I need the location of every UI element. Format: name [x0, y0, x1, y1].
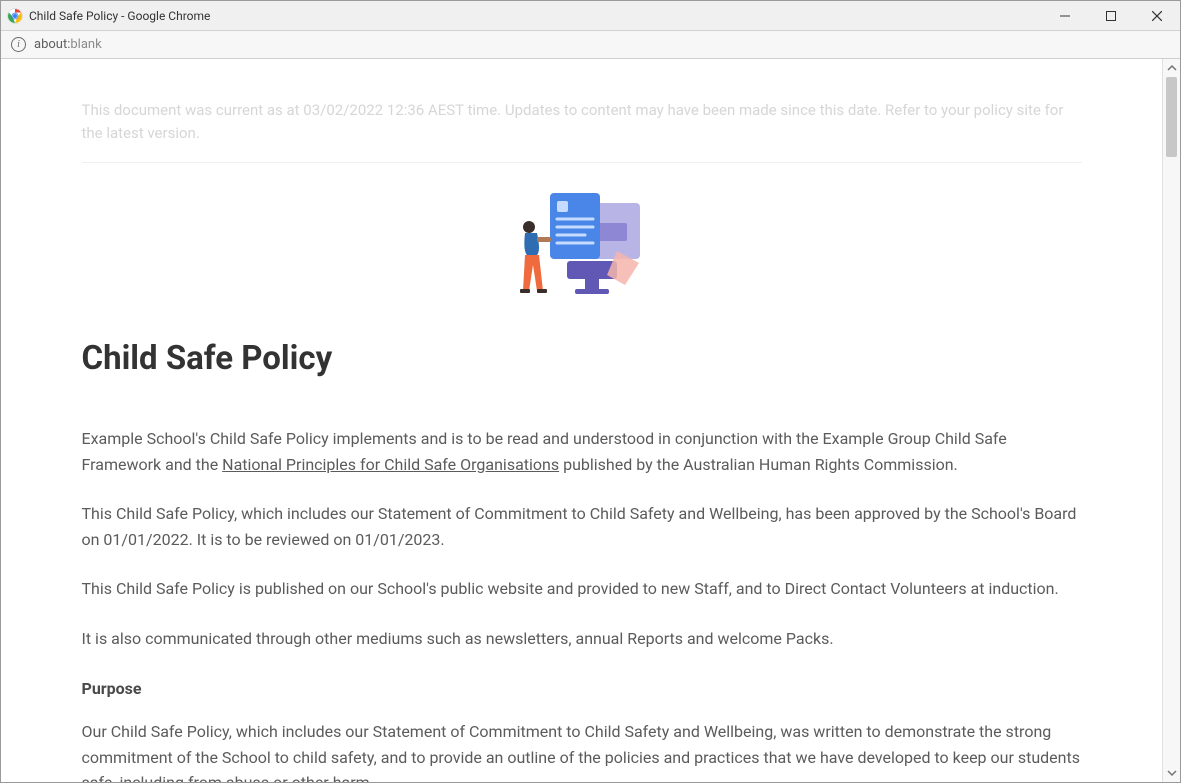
scroll-down-arrow-icon[interactable] [1163, 764, 1180, 782]
window-maximize-button[interactable] [1088, 1, 1134, 31]
hero-illustration [82, 173, 1082, 323]
scroll-track[interactable] [1163, 77, 1180, 764]
content-area: This document was current as at 03/02/20… [1, 59, 1180, 782]
document-body: Example School's Child Safe Policy imple… [82, 426, 1082, 782]
vertical-scrollbar[interactable] [1162, 59, 1180, 782]
page-viewport: This document was current as at 03/02/20… [1, 59, 1162, 782]
page-title: Child Safe Policy [82, 339, 1082, 378]
site-info-icon[interactable]: i [11, 37, 26, 52]
disclaimer-text: This document was current as at 03/02/20… [82, 99, 1082, 163]
url-text: about:blank [34, 37, 102, 52]
window-minimize-button[interactable] [1042, 1, 1088, 31]
window-close-button[interactable] [1134, 1, 1180, 31]
document-page: This document was current as at 03/02/20… [82, 59, 1082, 782]
browser-window: Child Safe Policy - Google Chrome i abou… [0, 0, 1181, 783]
paragraph-publication: This Child Safe Policy is published on o… [82, 576, 1082, 602]
paragraph-intro: Example School's Child Safe Policy imple… [82, 426, 1082, 477]
scroll-up-arrow-icon[interactable] [1163, 59, 1180, 77]
scroll-thumb[interactable] [1166, 77, 1177, 157]
national-principles-link[interactable]: National Principles for Child Safe Organ… [222, 455, 559, 474]
window-title: Child Safe Policy - Google Chrome [29, 9, 210, 23]
paragraph-communication: It is also communicated through other me… [82, 626, 1082, 652]
address-bar[interactable]: i about:blank [1, 31, 1180, 59]
window-titlebar: Child Safe Policy - Google Chrome [1, 1, 1180, 31]
heading-purpose: Purpose [82, 676, 1082, 702]
paragraph-purpose: Our Child Safe Policy, which includes ou… [82, 719, 1082, 782]
paragraph-approval: This Child Safe Policy, which includes o… [82, 501, 1082, 552]
chrome-favicon [7, 8, 23, 24]
